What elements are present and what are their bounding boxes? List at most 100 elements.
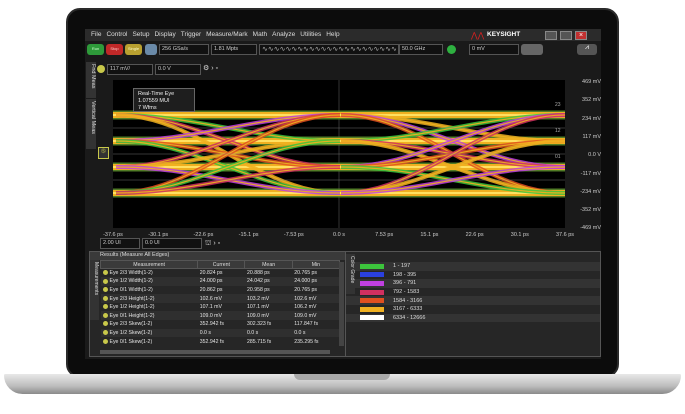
menu-control[interactable]: Control bbox=[106, 31, 127, 39]
laptop-notch bbox=[294, 374, 390, 380]
trigger-channel-icon[interactable] bbox=[447, 45, 456, 54]
menu-measure-mark[interactable]: Measure/Mark bbox=[206, 31, 248, 39]
tip-ui: 1.07559 MUI bbox=[138, 98, 170, 104]
cell-text: 20.765 ps bbox=[294, 270, 318, 277]
cell-text: Eye 2/3 Width(1-2) bbox=[109, 270, 153, 277]
table-row[interactable]: Eye 1/2 Height(1-2) 107.1 mV 107.1 mV 106.2… bbox=[101, 303, 340, 312]
side-tab-vertical-meas[interactable]: Vertical Meas bbox=[86, 99, 96, 149]
cell: Eye 0/1 Skew(1-2) bbox=[101, 337, 198, 346]
waveform-overview[interactable]: ∿∿∿∿∿∿∿∿∿∿∿∿∿∿∿∿∿∿∿∿∿∿∿ bbox=[259, 44, 399, 55]
column-header[interactable]: Measurement bbox=[99, 260, 199, 269]
side-tab-color-grade[interactable]: Color Grade bbox=[346, 254, 355, 294]
memory-depth-field[interactable]: 1.81 Mpts bbox=[211, 44, 257, 55]
y-tick-label: 469 mV bbox=[582, 79, 601, 85]
cell-text: 235.295 fs bbox=[294, 338, 319, 345]
cell-text: Eye 1/2 Skew(1-2) bbox=[109, 329, 153, 336]
cell-text: Eye 0/1 Skew(1-2) bbox=[109, 338, 153, 345]
table-row[interactable]: Eye 2/3 Skew(1-2) 352.942 fs 302.323 fs 117… bbox=[101, 320, 340, 329]
cell: Eye 2/3 Width(1-2) bbox=[101, 269, 198, 278]
cell-text: 24.042 ps bbox=[246, 278, 270, 285]
waveform-toggle-button[interactable]: ⩘ bbox=[577, 44, 597, 55]
cell: Eye 1/2 Width(1-2) bbox=[100, 277, 198, 286]
side-tab-measurements[interactable]: Measurements bbox=[90, 260, 99, 320]
vertical-offset-field[interactable]: 0.0 V bbox=[155, 64, 201, 75]
menu-help[interactable]: Help bbox=[326, 31, 339, 39]
cell-text: Eye 0/1 Height(1-2) bbox=[109, 312, 155, 319]
channel-ground-marker[interactable]: ⑤ bbox=[98, 147, 109, 159]
cell: 107.1 mV bbox=[198, 303, 245, 312]
menu-math[interactable]: Math bbox=[253, 31, 267, 39]
level-marker: 23 bbox=[555, 102, 561, 108]
table-row[interactable]: Eye 0/1 Width(1-2) 20.862 ps 20.958 ps 20.7… bbox=[101, 286, 340, 295]
x-tick-label: 15.1 ps bbox=[420, 232, 439, 238]
maximize-button[interactable] bbox=[560, 31, 572, 40]
table-row[interactable]: Eye 0/1 Height(1-2) 109.0 mV 109.0 mV 109.0… bbox=[100, 311, 340, 321]
color-swatch bbox=[360, 289, 384, 295]
x-tick-label: 0.0 s bbox=[333, 232, 345, 238]
menu-file[interactable]: File bbox=[91, 31, 101, 39]
table-row[interactable]: Eye 0/1 Skew(1-2) 352.942 fs 285.715 fs 235… bbox=[101, 337, 340, 346]
run-button[interactable]: Run bbox=[87, 44, 104, 55]
menu-trigger[interactable]: Trigger bbox=[181, 31, 201, 39]
table-row[interactable]: Eye 2/3 Width(1-2) 20.824 ps 20.888 ps 20.7… bbox=[101, 269, 340, 278]
color-swatch bbox=[360, 263, 384, 269]
table-row[interactable]: Eye 1/2 Width(1-2) 24.000 ps 24.042 ps 24.0… bbox=[100, 277, 340, 286]
column-header[interactable]: Min bbox=[291, 260, 341, 269]
vertical-scale-field[interactable]: 117 mV/ bbox=[107, 64, 153, 75]
table-row[interactable]: Eye 2/3 Height(1-2) 102.6 mV 103.2 mV 102.6… bbox=[100, 294, 340, 303]
menu-display[interactable]: Display bbox=[154, 31, 175, 39]
cell-text: 109.0 mV bbox=[294, 312, 317, 319]
x-tick-label: -15.1 ps bbox=[238, 232, 259, 238]
channel-1-icon[interactable] bbox=[97, 65, 105, 73]
column-header[interactable]: Mean bbox=[244, 260, 293, 269]
vertical-scrollbar[interactable] bbox=[339, 262, 344, 346]
cell: 20.824 ps bbox=[198, 269, 245, 278]
cell: 109.0 mV bbox=[292, 311, 340, 321]
horizontal-position-field[interactable]: 0.0 UI bbox=[142, 238, 202, 249]
y-tick-label: -117 mV bbox=[580, 170, 601, 177]
trigger-level-field[interactable]: 0 mV bbox=[469, 44, 519, 55]
x-tick-label: 37.6 ps bbox=[555, 232, 575, 238]
channel-dot-icon bbox=[102, 321, 108, 327]
cell: 0.0 s bbox=[197, 328, 245, 338]
cell: Eye 1/2 Height(1-2) bbox=[101, 303, 198, 312]
level-marker: 12 bbox=[555, 128, 561, 134]
cell: 24.000 ps bbox=[292, 277, 340, 286]
color-range-label: 792 - 1583 bbox=[393, 289, 420, 296]
minimize-button[interactable] bbox=[545, 31, 557, 40]
single-button[interactable]: Single bbox=[125, 44, 142, 55]
horizontal-scrollbar[interactable] bbox=[100, 350, 330, 354]
color-grade-row: 792 - 1583 bbox=[346, 288, 600, 297]
cell-text: 352.942 fs bbox=[199, 338, 224, 345]
stop-button[interactable]: Stop bbox=[106, 44, 123, 55]
column-header[interactable]: Current bbox=[197, 260, 246, 269]
y-tick-label: 352 mV bbox=[582, 97, 601, 104]
menu-analyze[interactable]: Analyze bbox=[272, 31, 295, 39]
autoscale-icon[interactable] bbox=[145, 44, 157, 55]
table-row[interactable]: Eye 1/2 Skew(1-2) 0.0 s 0.0 s 0.0 s bbox=[100, 328, 340, 338]
x-tick-label: 7.53 ps bbox=[375, 232, 394, 238]
horizontal-scale-field[interactable]: 2.00 UI bbox=[100, 238, 140, 249]
cell-text: 285.715 fs bbox=[246, 338, 272, 345]
cell: 109.0 mV bbox=[197, 311, 245, 321]
channel-dot-icon bbox=[102, 278, 108, 284]
cell-text: 24.000 ps bbox=[199, 278, 223, 285]
horizontal-settings-icon[interactable]: ⛫ › ▫ bbox=[205, 239, 220, 248]
cell: 102.6 mV bbox=[292, 294, 340, 303]
cell: 109.0 mV bbox=[244, 311, 293, 321]
bandwidth-field[interactable]: 50.0 GHz bbox=[399, 44, 443, 55]
close-button[interactable]: × bbox=[575, 31, 587, 40]
menu-setup[interactable]: Setup bbox=[132, 31, 149, 39]
channel-settings-icon[interactable]: ⚙ › ▫ bbox=[203, 64, 218, 72]
menu-utilities[interactable]: Utilities bbox=[300, 31, 321, 39]
x-tick-label: -7.53 ps bbox=[283, 232, 304, 238]
undo-redo-button[interactable] bbox=[521, 44, 543, 55]
cell: Eye 2/3 Skew(1-2) bbox=[101, 320, 198, 329]
side-tab-fnd-meas[interactable]: Fnd Meas bbox=[86, 62, 96, 98]
menu-bar: File Control Setup Display Trigger Measu… bbox=[85, 29, 601, 41]
cell: 352.942 fs bbox=[198, 320, 245, 329]
cell-text: Eye 0/1 Width(1-2) bbox=[109, 286, 153, 293]
cell: Eye 1/2 Skew(1-2) bbox=[100, 328, 198, 338]
sample-rate-field[interactable]: 256 GSa/s bbox=[159, 44, 209, 55]
y-tick-label: -352 mV bbox=[580, 207, 601, 214]
